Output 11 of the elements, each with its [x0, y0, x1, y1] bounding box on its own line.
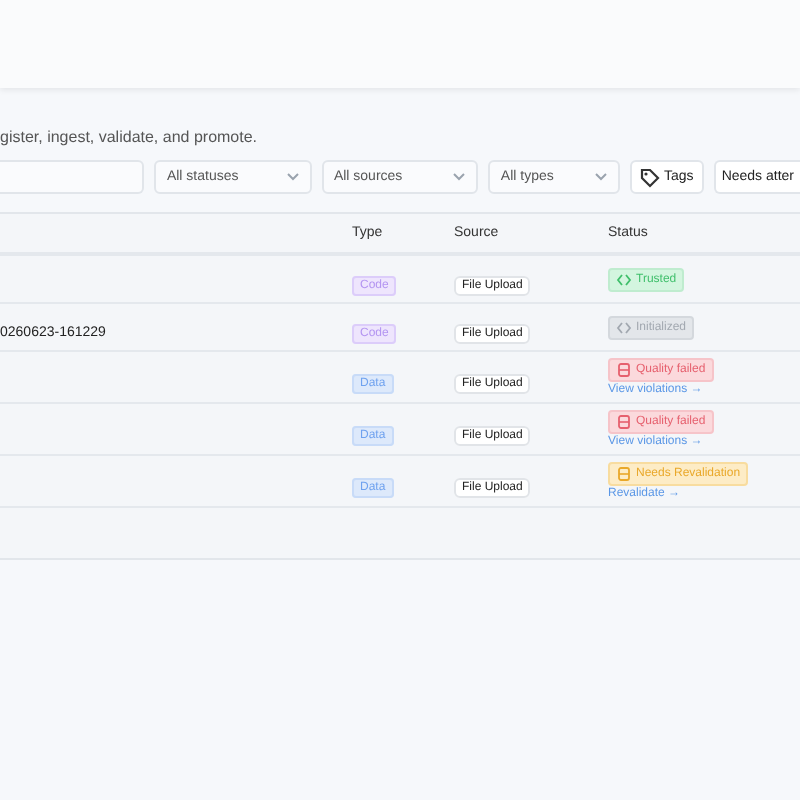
- code-icon: [616, 319, 632, 335]
- database-icon: [616, 414, 632, 430]
- database-icon: [616, 466, 632, 482]
- tag-icon: [640, 167, 661, 187]
- page-description: gister, ingest, validate, and promote.: [0, 128, 260, 148]
- search-field[interactable]: [0, 160, 145, 194]
- code-icon: [616, 271, 632, 287]
- database-icon: [616, 362, 632, 378]
- chevron-down-icon: [285, 172, 300, 182]
- chevron-down-icon: [594, 172, 609, 182]
- chevron-down-icon: [452, 172, 467, 182]
